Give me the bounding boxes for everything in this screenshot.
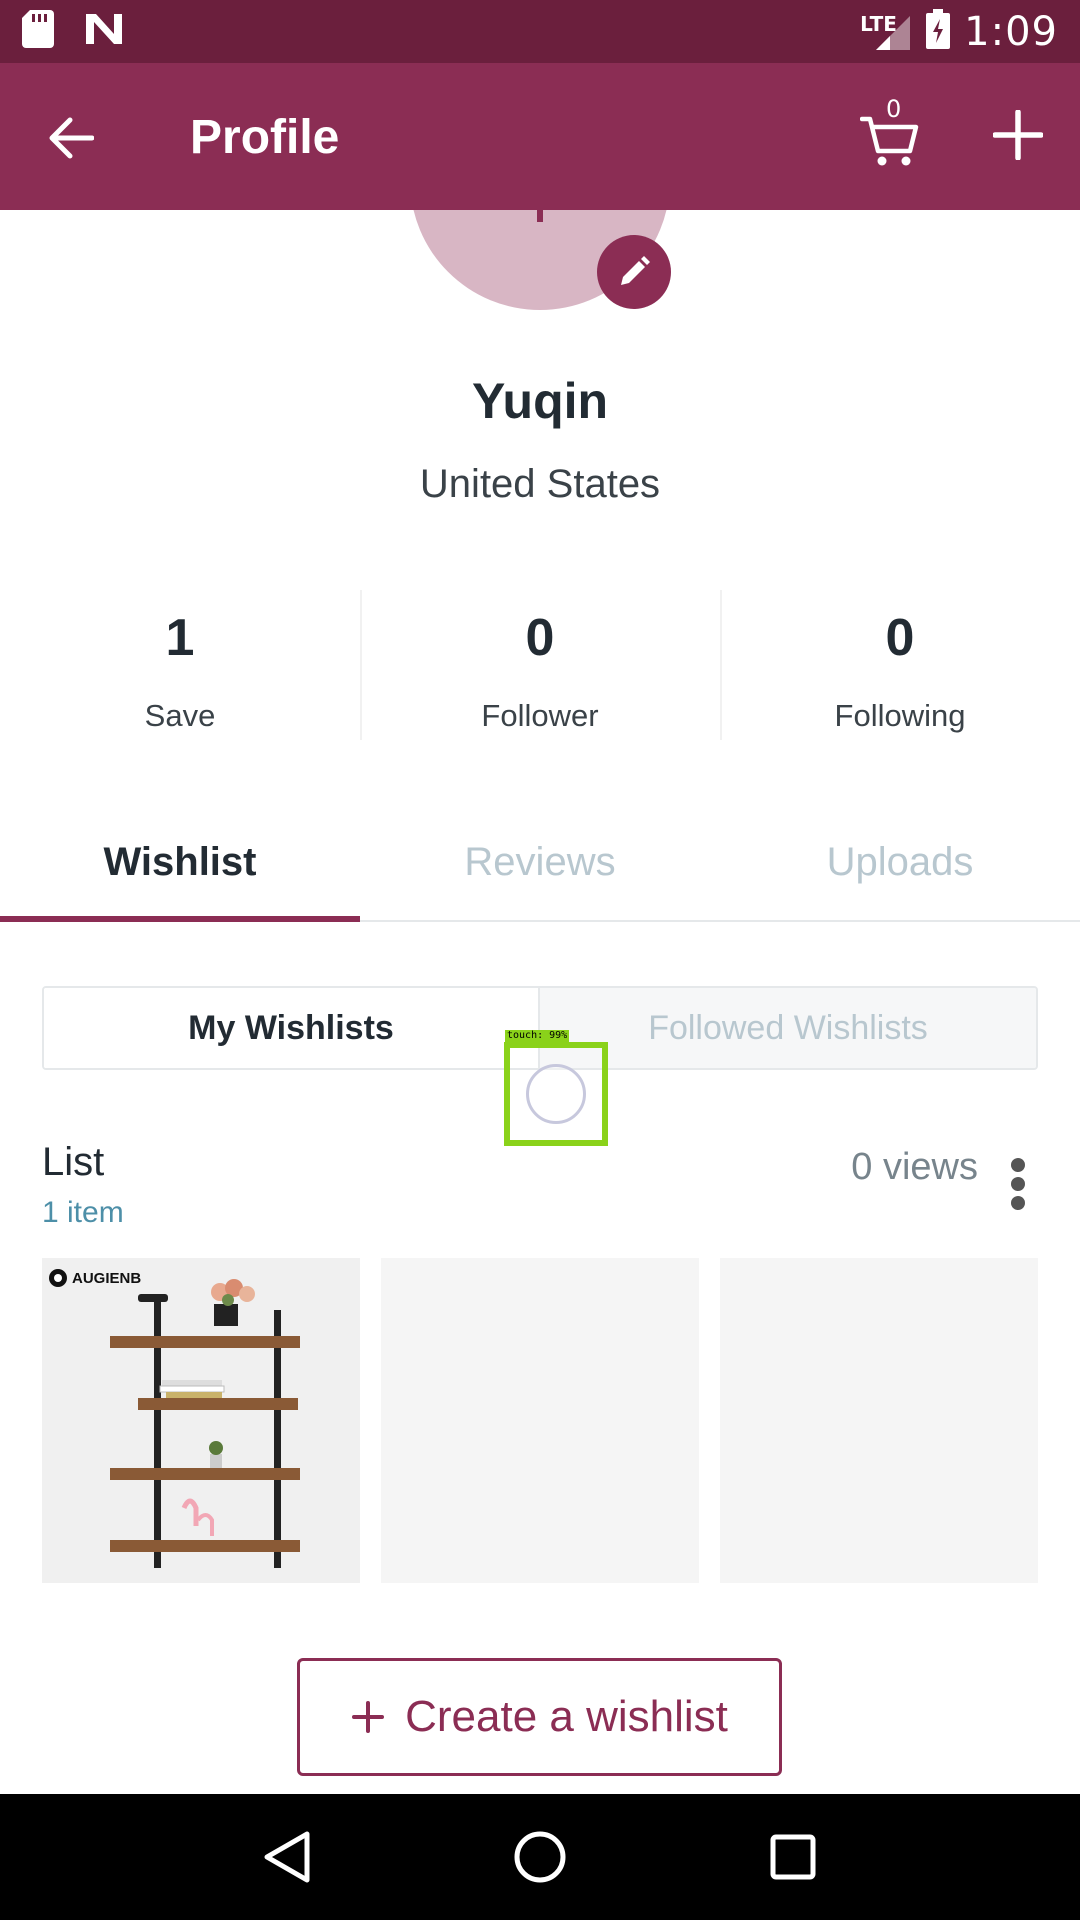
wishlist-views: 0 views bbox=[851, 1146, 978, 1188]
back-arrow-icon bbox=[49, 117, 94, 159]
nav-home-button[interactable] bbox=[505, 1822, 575, 1892]
stat-followers[interactable]: 0 Follower bbox=[360, 590, 720, 740]
more-dot bbox=[1011, 1196, 1025, 1210]
empty-thumbnail bbox=[720, 1258, 1038, 1583]
status-time: 1:09 bbox=[964, 8, 1058, 55]
segment-my-wishlists[interactable]: My Wishlists bbox=[44, 988, 540, 1068]
stat-label: Follower bbox=[481, 698, 599, 733]
app-bar: Profile 0 bbox=[0, 63, 1080, 210]
triangle-back-icon bbox=[264, 1831, 310, 1883]
nav-recents-button[interactable] bbox=[758, 1822, 828, 1892]
plus-icon bbox=[993, 110, 1043, 160]
empty-thumbnail bbox=[381, 1258, 699, 1583]
profile-tabs: Wishlist Reviews Uploads bbox=[0, 820, 1080, 922]
add-button[interactable] bbox=[988, 105, 1048, 165]
segment-followed-wishlists[interactable]: Followed Wishlists bbox=[540, 988, 1036, 1068]
more-dot bbox=[1011, 1158, 1025, 1172]
wishlist-item-count: 1 item bbox=[42, 1196, 124, 1229]
product-thumbnail[interactable]: AUGIENB bbox=[42, 1258, 360, 1583]
back-button[interactable] bbox=[40, 108, 100, 168]
stat-value: 0 bbox=[525, 609, 555, 667]
touch-ripple bbox=[526, 1064, 586, 1124]
lte-signal-icon: LTE bbox=[860, 12, 912, 52]
stat-label: Save bbox=[144, 698, 216, 733]
stat-label: Following bbox=[834, 698, 966, 733]
nav-back-button[interactable] bbox=[252, 1822, 322, 1892]
wishlist-thumbnails: AUGIENB bbox=[42, 1258, 1038, 1583]
more-dot bbox=[1011, 1177, 1025, 1191]
cart-button[interactable]: 0 bbox=[856, 95, 926, 169]
create-wishlist-button[interactable]: Create a wishlist bbox=[297, 1658, 782, 1776]
status-bar: LTE 1:09 bbox=[0, 0, 1080, 63]
wall-shelf-image bbox=[42, 1258, 360, 1583]
page-title: Profile bbox=[190, 111, 340, 164]
circle-home-icon bbox=[514, 1831, 566, 1883]
brand-logo: AUGIENB bbox=[48, 1268, 141, 1288]
cart-icon bbox=[860, 116, 919, 166]
profile-name: Yuqin bbox=[471, 373, 609, 429]
edit-profile-button[interactable] bbox=[597, 235, 671, 309]
touch-indicator-label: touch: 99% bbox=[505, 1030, 570, 1042]
brand-logo-icon bbox=[49, 1269, 67, 1287]
create-wishlist-label: Create a wishlist bbox=[405, 1692, 728, 1741]
tab-wishlist[interactable]: Wishlist bbox=[0, 820, 360, 922]
more-options-button[interactable] bbox=[1000, 1152, 1036, 1216]
system-navigation-bar bbox=[0, 1794, 1080, 1920]
plus-icon bbox=[352, 1701, 385, 1733]
sd-card-icon bbox=[22, 10, 54, 53]
battery-charging-icon bbox=[926, 9, 951, 54]
tab-reviews[interactable]: Reviews bbox=[360, 820, 720, 920]
stat-value: 1 bbox=[165, 609, 195, 667]
n-notification-icon bbox=[84, 12, 124, 51]
square-recents-icon bbox=[770, 1834, 816, 1880]
wishlist-title[interactable]: List bbox=[42, 1140, 104, 1185]
profile-location: United States bbox=[419, 462, 661, 506]
stat-value: 0 bbox=[885, 609, 915, 667]
profile-stats: 1 Save 0 Follower 0 Following bbox=[0, 590, 1080, 740]
tab-uploads[interactable]: Uploads bbox=[720, 820, 1080, 920]
stat-following[interactable]: 0 Following bbox=[720, 590, 1080, 740]
pencil-icon bbox=[621, 256, 650, 285]
avatar-container bbox=[0, 210, 1080, 310]
stat-saves[interactable]: 1 Save bbox=[0, 590, 360, 740]
